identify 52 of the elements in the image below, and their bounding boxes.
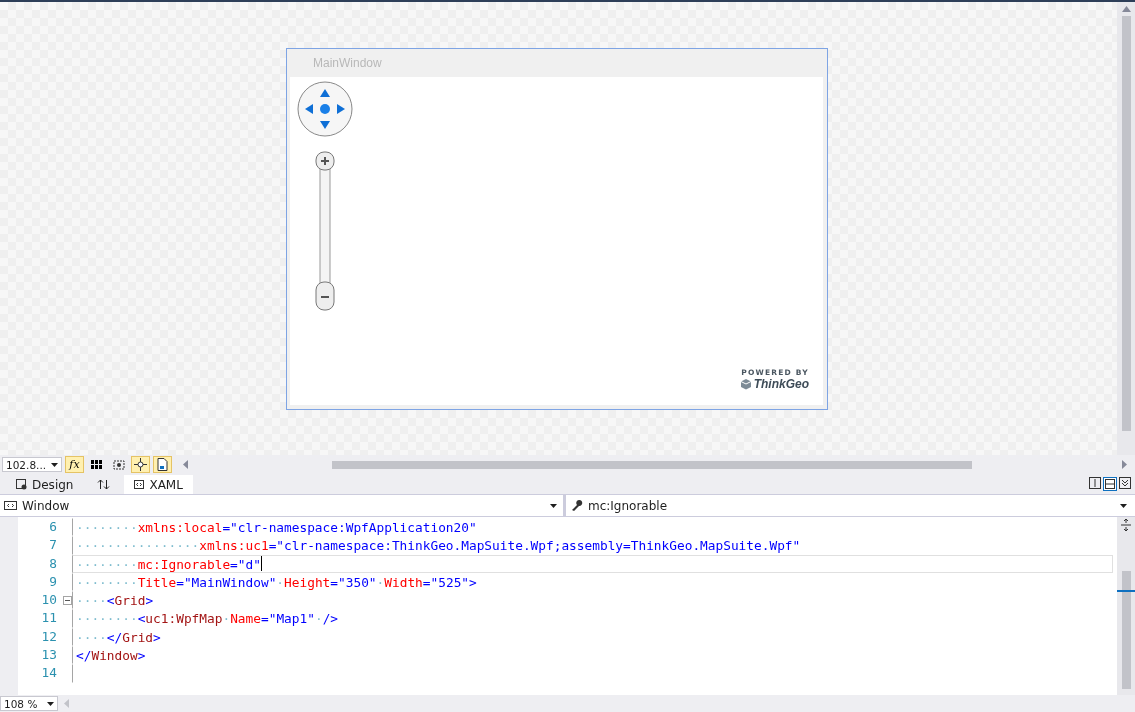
code-button[interactable] [153, 456, 172, 473]
code-line: ········<uc1:WpfMap·Name="Map1"·/> [76, 610, 339, 627]
member-dropdown[interactable]: mc:Ignorable [566, 495, 1133, 516]
line-number: 14 [41, 664, 57, 683]
view-tab[interactable]: XAML [124, 475, 193, 494]
pan-control-icon [296, 80, 354, 138]
line-number: 7 [49, 536, 57, 555]
code-line: ····<Grid> [76, 592, 154, 609]
code-line: ········xmlns:local="clr-namespace:WpfApplication20" [76, 519, 477, 536]
line-number: 8 [49, 554, 57, 573]
formula-button[interactable]: fx [65, 456, 84, 473]
swap-icon [97, 479, 111, 490]
scroll-up-icon[interactable] [1121, 6, 1131, 12]
crosshair-icon [134, 458, 147, 471]
design-icon [16, 479, 27, 490]
grid-icon [91, 460, 102, 469]
split-handle-icon[interactable] [1120, 519, 1132, 531]
code-line: ········Title="MainWindow"·Height="350"·Width="525"> [76, 573, 477, 591]
document-icon [157, 458, 168, 471]
scroll-left-icon[interactable] [183, 460, 188, 469]
frame-icon [112, 459, 125, 470]
editor-zoom-dropdown[interactable]: 108 % [0, 696, 58, 711]
markup-icon [4, 501, 17, 510]
lines-button[interactable] [131, 456, 150, 473]
text-caret [260, 556, 262, 572]
code-line: ········mc:Ignorable="d" [76, 555, 261, 572]
collapse-icon[interactable] [1119, 477, 1131, 489]
vertical-split-icon[interactable] [1089, 477, 1101, 489]
code-line: </Window> [76, 647, 146, 664]
dropdown-arrow-icon[interactable] [47, 701, 54, 706]
scroll-right-icon[interactable] [1122, 460, 1127, 469]
collapse-icon[interactable] [63, 595, 72, 605]
vertical-scrollbar[interactable] [1117, 2, 1135, 455]
code-line: ················xmlns:uc1="clr-namespace:ThinkGeo.MapSuite.Wpf;assembly=ThinkGeo.MapSuite.Wpf" [76, 537, 801, 554]
zoom-slider-icon [314, 151, 336, 313]
code-line: ····</Grid> [76, 628, 161, 646]
line-number: 11 [41, 609, 57, 628]
dropdown-arrow-icon[interactable] [51, 462, 58, 467]
editor-scrollbar[interactable] [1117, 517, 1135, 695]
zoom-dropdown[interactable]: 102.8... [2, 457, 62, 472]
cube-icon [739, 378, 752, 390]
line-number: 12 [41, 627, 57, 646]
line-number: 9 [49, 572, 57, 591]
dropdown-arrow-icon[interactable] [1120, 503, 1127, 508]
dropdown-arrow-icon[interactable] [550, 503, 557, 508]
horizontal-split-icon[interactable] [1103, 477, 1117, 491]
line-number: 10 [41, 591, 57, 610]
view-tab[interactable]: Design [6, 475, 84, 494]
line-number: 13 [41, 646, 57, 665]
line-number: 6 [49, 518, 57, 536]
markup-icon [134, 480, 145, 489]
window-title: MainWindow [312, 55, 383, 72]
